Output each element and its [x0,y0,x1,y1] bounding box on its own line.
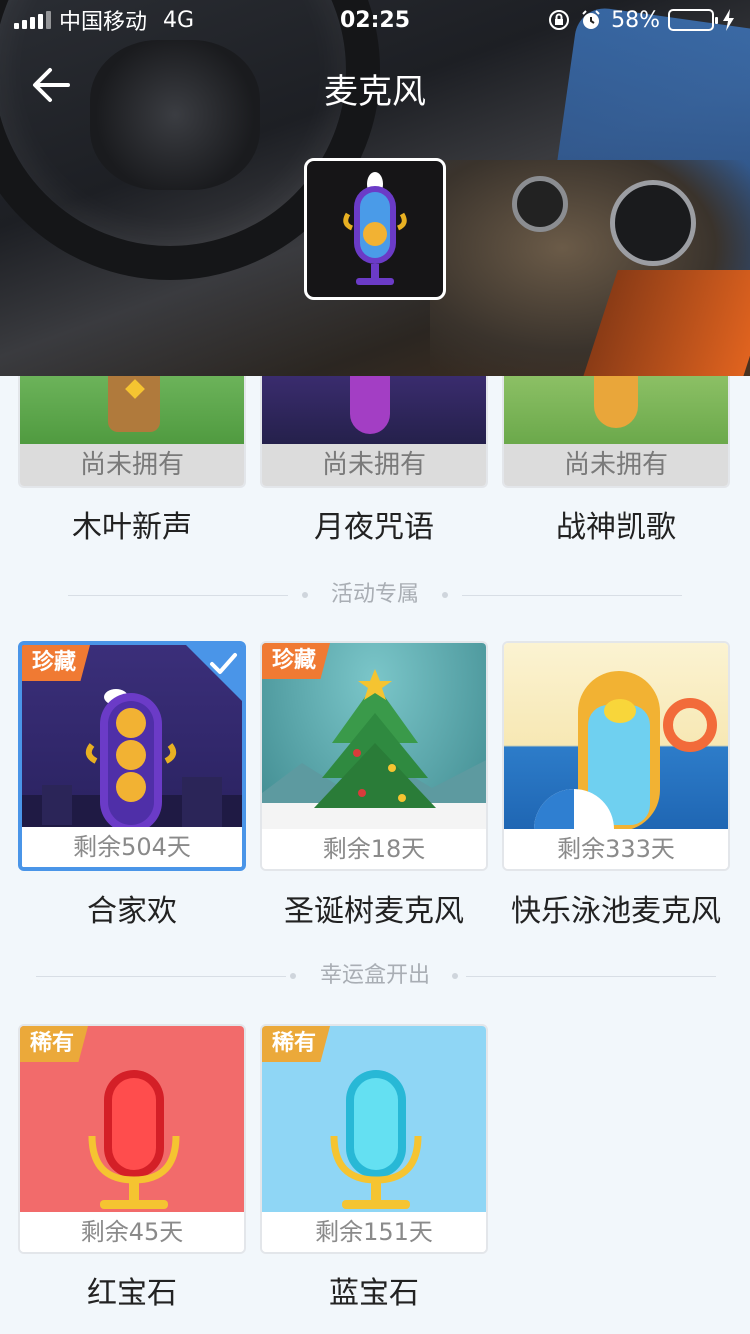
badge-treasure: 珍藏 [22,645,91,681]
mic-name: 圣诞树麦克风 [284,894,464,929]
page-title: 麦克风 [324,72,426,112]
section-divider-event: 活动专属 [0,580,750,610]
remaining-days: 剩余151天 [262,1212,486,1252]
rotation-lock-icon [549,10,570,30]
ownership-status: 尚未拥有 [262,444,486,486]
battery-icon [668,9,718,31]
mic-name: 快乐泳池麦克风 [511,894,721,929]
current-microphone-preview [304,158,446,300]
remaining-days: 剩余504天 [22,827,242,867]
badge-treasure: 珍藏 [262,643,331,679]
ownership-status: 尚未拥有 [504,444,728,486]
microphone-icon [343,172,407,285]
carrier-label: 中国移动 [59,10,148,35]
mic-card-ruby[interactable]: 稀有 剩余45天 [18,1024,246,1254]
charging-icon [723,9,734,31]
card-art [20,376,244,446]
mic-name: 红宝石 [87,1276,177,1311]
card-art [504,643,728,829]
remaining-days: 剩余45天 [20,1212,244,1252]
section-divider-lucky-box: 幸运盒开出 [0,961,750,991]
alarm-icon [582,10,600,29]
mic-name: 战神凯歌 [556,510,676,545]
mic-name: 蓝宝石 [329,1276,419,1311]
card-art [504,376,728,446]
remaining-days: 剩余18天 [262,829,486,869]
remaining-days: 剩余333天 [504,829,728,869]
network-label: 4G [163,7,195,33]
mic-name: 月夜咒语 [314,510,434,545]
mic-card-hejiahuan[interactable]: 珍藏 剩余504天 [18,641,246,871]
mic-card-pool[interactable]: 剩余333天 [502,641,730,871]
ownership-status: 尚未拥有 [20,444,244,486]
badge-rare: 稀有 [20,1026,89,1062]
mic-name: 合家欢 [87,894,177,929]
mic-name: 木叶新声 [72,510,192,545]
mic-card-sapphire[interactable]: 稀有 剩余151天 [260,1024,488,1254]
status-bar: 中国移动 4G 02:25 58% [0,0,750,40]
mic-card-christmas-tree[interactable]: 珍藏 剩余18天 [260,641,488,871]
card-art [262,376,486,446]
mic-card-zhanshen[interactable]: 尚未拥有 [502,376,730,488]
badge-rare: 稀有 [262,1026,331,1062]
signal-icon [14,11,51,29]
mic-card-muye[interactable]: 尚未拥有 [18,376,246,488]
battery-percent: 58% [611,7,660,33]
mic-card-yueye[interactable]: 尚未拥有 [260,376,488,488]
